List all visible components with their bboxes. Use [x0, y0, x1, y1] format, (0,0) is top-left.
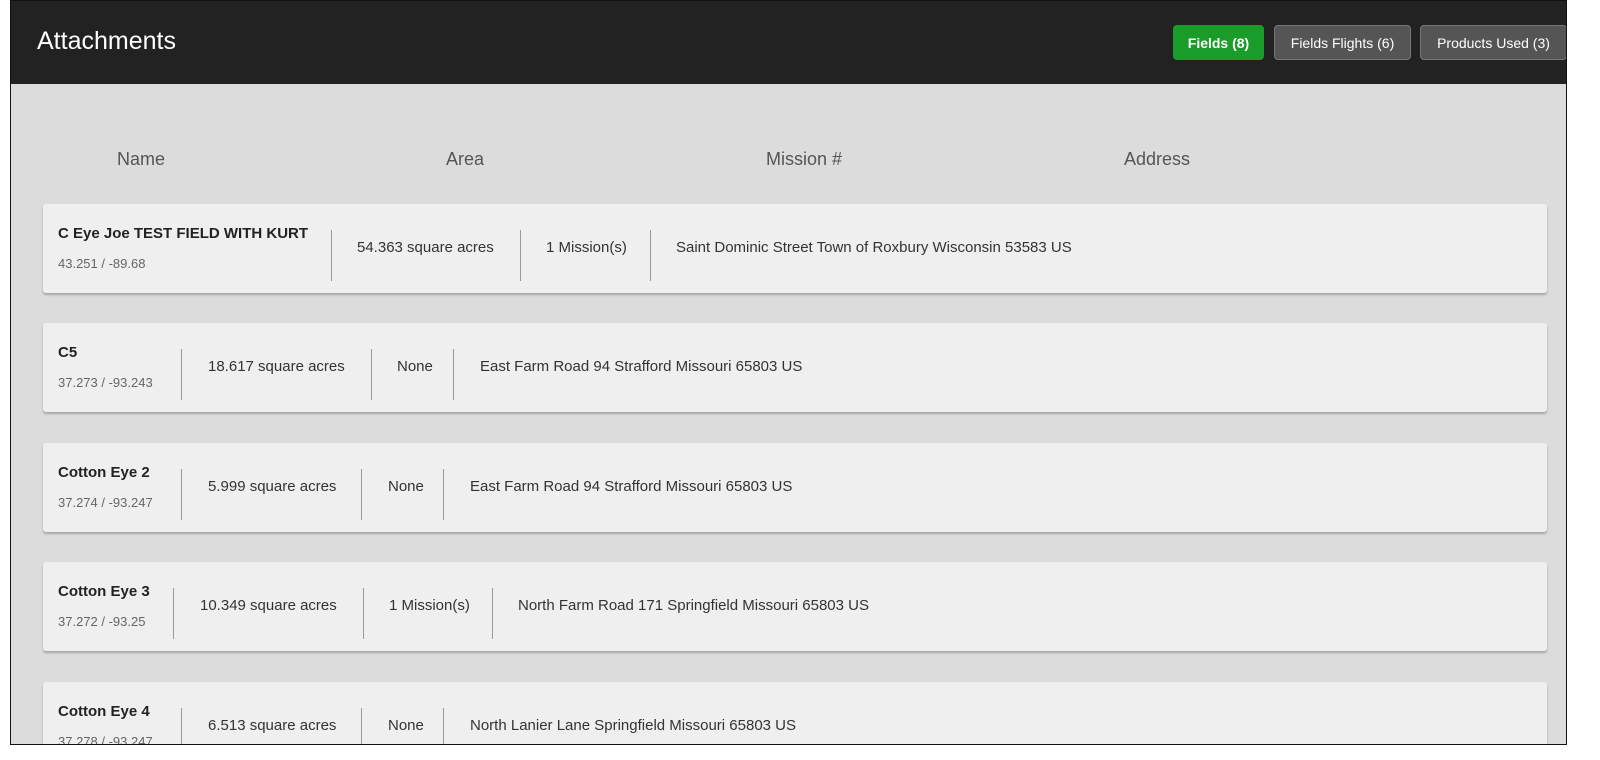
- field-missions: None: [388, 478, 424, 495]
- divider: [650, 230, 651, 281]
- divider: [443, 469, 444, 520]
- column-header-name: Name: [117, 149, 166, 169]
- divider: [453, 349, 454, 400]
- field-name: Cotton Eye 3: [58, 583, 150, 600]
- field-coordinates: 37.274 / -93.247: [58, 495, 153, 510]
- field-row[interactable]: Cotton Eye 2 37.274 / -93.247 5.999 squa…: [43, 443, 1547, 532]
- field-area: 5.999 square acres: [208, 478, 337, 495]
- field-address: North Lanier Lane Springfield Missouri 6…: [470, 717, 797, 734]
- divider: [371, 349, 372, 400]
- divider: [181, 469, 182, 520]
- divider: [181, 708, 182, 744]
- divider: [361, 708, 362, 744]
- field-address: Saint Dominic Street Town of Roxbury Wis…: [676, 239, 1072, 256]
- divider: [331, 230, 332, 281]
- field-row[interactable]: Cotton Eye 3 37.272 / -93.25 10.349 squa…: [43, 562, 1547, 651]
- field-row[interactable]: C5 37.273 / -93.243 18.617 square acres …: [43, 323, 1547, 412]
- field-area: 18.617 square acres: [208, 358, 345, 375]
- field-name: Cotton Eye 4: [58, 703, 150, 720]
- field-coordinates: 37.278 / -93.247: [58, 734, 153, 745]
- field-row[interactable]: C Eye Joe TEST FIELD WITH KURT 43.251 / …: [43, 204, 1547, 293]
- divider: [443, 708, 444, 744]
- divider: [520, 230, 521, 281]
- field-missions: None: [397, 358, 433, 375]
- field-name: C5: [58, 344, 78, 361]
- column-header-mission: Mission #: [766, 149, 843, 169]
- field-coordinates: 37.273 / -93.243: [58, 375, 153, 390]
- divider: [361, 469, 362, 520]
- field-area: 10.349 square acres: [200, 597, 337, 614]
- divider: [181, 349, 182, 400]
- field-address: East Farm Road 94 Strafford Missouri 658…: [470, 478, 793, 495]
- tab-fields-flights[interactable]: Fields Flights (6): [1274, 25, 1411, 60]
- field-address: North Farm Road 171 Springfield Missouri…: [518, 597, 869, 614]
- header-bar: Attachments Fields (8) Fields Flights (6…: [11, 1, 1566, 84]
- divider: [492, 588, 493, 639]
- field-coordinates: 43.251 / -89.68: [58, 256, 146, 271]
- divider: [363, 588, 364, 639]
- field-name: Cotton Eye 2: [58, 464, 150, 481]
- column-header-address: Address: [1124, 149, 1191, 169]
- field-missions: 1 Mission(s): [389, 597, 470, 614]
- field-missions: None: [388, 717, 424, 734]
- page-title: Attachments: [37, 27, 176, 55]
- field-row[interactable]: Cotton Eye 4 37.278 / -93.247 6.513 squa…: [43, 682, 1547, 745]
- field-missions: 1 Mission(s): [546, 239, 627, 256]
- divider: [173, 588, 174, 639]
- attachments-panel: Attachments Fields (8) Fields Flights (6…: [10, 0, 1567, 745]
- field-area: 54.363 square acres: [357, 239, 494, 256]
- field-coordinates: 37.272 / -93.25: [58, 614, 146, 629]
- column-header-area: Area: [446, 149, 485, 169]
- tab-products-used[interactable]: Products Used (3): [1420, 25, 1566, 60]
- field-address: East Farm Road 94 Strafford Missouri 658…: [480, 358, 803, 375]
- field-area: 6.513 square acres: [208, 717, 337, 734]
- field-name: C Eye Joe TEST FIELD WITH KURT: [58, 225, 309, 242]
- tab-fields[interactable]: Fields (8): [1173, 25, 1264, 60]
